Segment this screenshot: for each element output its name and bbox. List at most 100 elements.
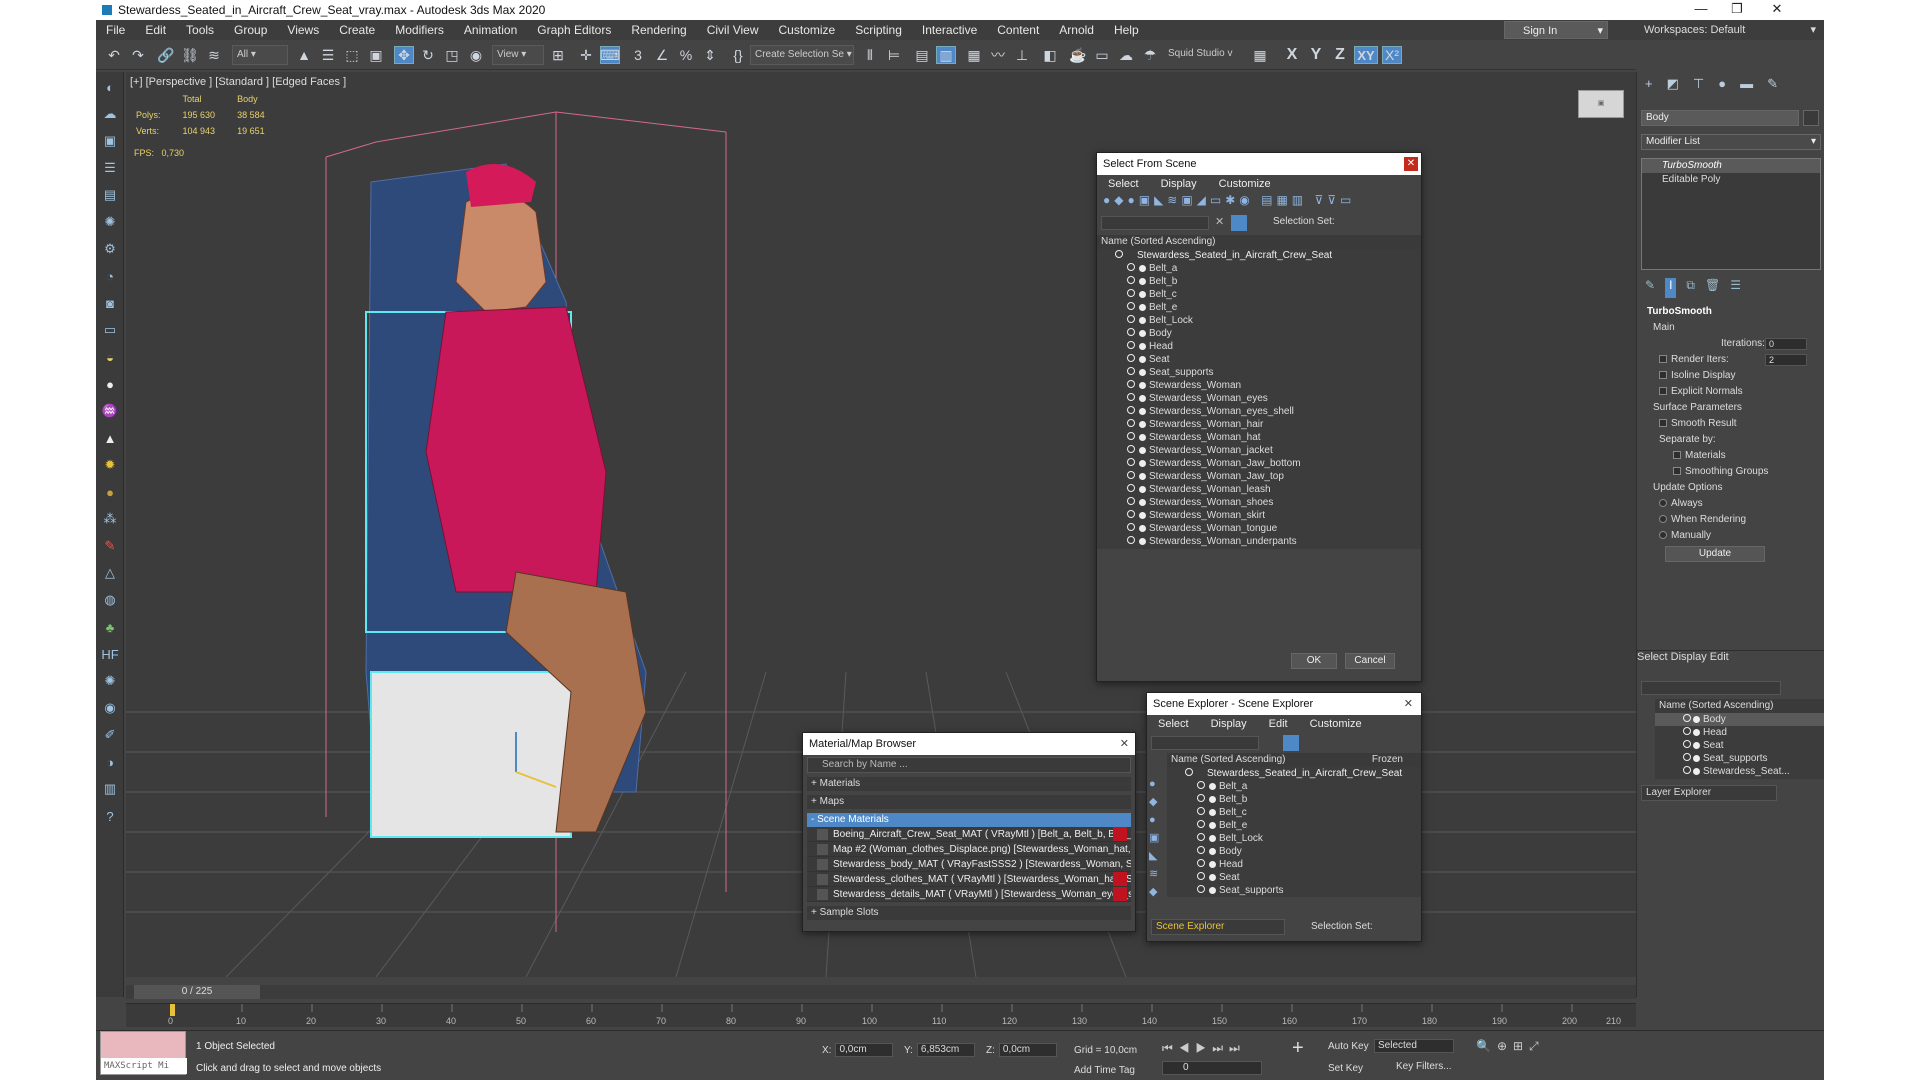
track-bar[interactable]: 0 10 20 30 40 50 60 70 80 90 100 110 120… [126, 1003, 1636, 1027]
set-key-button[interactable]: Set Key [1328, 1063, 1363, 1074]
list-item[interactable]: Stewardess_Woman_leash [1097, 483, 1421, 496]
se-menu-customize[interactable]: Customize [1299, 718, 1373, 730]
z-field[interactable]: 0,0cm [998, 1043, 1057, 1058]
material-search-input[interactable]: Search by Name ... [807, 757, 1131, 773]
smoothing-groups-checkbox[interactable] [1673, 467, 1681, 476]
help-icon[interactable]: ? [98, 805, 122, 827]
viewport-label[interactable]: [+] [Perspective ] [Standard ] [Edged Fa… [130, 76, 346, 88]
spinner-snap-icon[interactable]: ⇕ [700, 46, 720, 64]
material-row[interactable]: Stewardess_body_MAT ( VRayFastSSS2 ) [St… [807, 857, 1131, 872]
viewport-navigation[interactable]: 🔍⊕⊞⤢ [1476, 1039, 1545, 1054]
display-tab-icon[interactable]: ▬ [1740, 76, 1753, 92]
key-mode-dropdown[interactable]: Selected [1374, 1039, 1454, 1053]
list-item[interactable]: Belt_e [1097, 301, 1421, 314]
menu-views[interactable]: Views [277, 23, 329, 37]
snaps-toggle-icon[interactable]: 3 [628, 46, 648, 64]
axis-z-button[interactable]: Z [1330, 46, 1350, 64]
materials-group[interactable]: + Materials [807, 777, 1131, 791]
list-item[interactable]: Stewardess_Woman_hair [1097, 418, 1421, 431]
list-item[interactable]: Seat_supports [1097, 366, 1421, 379]
menu-group[interactable]: Group [224, 23, 277, 37]
se-search-input[interactable] [1151, 736, 1259, 750]
grid-icon[interactable]: ▦ [1250, 46, 1270, 64]
select-rotate-icon[interactable]: ↻ [418, 46, 438, 64]
axis-xy-button[interactable]: XY [1354, 46, 1378, 64]
menu-edit[interactable]: Edit [135, 23, 176, 37]
hf-icon[interactable]: HF [98, 643, 122, 665]
select-scale-icon[interactable]: ◳ [442, 46, 462, 64]
create-tab-icon[interactable]: + [1645, 76, 1653, 92]
list-item[interactable]: Seat_supports [1655, 752, 1824, 765]
list-item[interactable]: Stewardess_Seat... [1655, 765, 1824, 778]
pin-icon[interactable]: ✎ [1645, 278, 1655, 298]
list-item[interactable]: Body [1655, 713, 1824, 726]
list-item[interactable]: Stewardess_Woman [1097, 379, 1421, 392]
select-move-icon[interactable]: ✥ [394, 46, 414, 64]
list-item[interactable]: Head [1167, 858, 1421, 871]
pivot-center-icon[interactable]: ⊞ [548, 46, 568, 64]
key-filters-button[interactable]: Key Filters... [1396, 1061, 1452, 1072]
materials-checkbox[interactable] [1673, 451, 1681, 460]
y-field[interactable]: 6,853cm [916, 1043, 975, 1058]
list-icon[interactable]: ☰ [98, 157, 122, 179]
select-place-icon[interactable]: ◉ [466, 46, 486, 64]
time-slider-thumb[interactable]: 0 / 225 [134, 985, 260, 999]
ball-icon[interactable]: ◉ [98, 697, 122, 719]
isoline-checkbox[interactable] [1659, 371, 1667, 380]
render-iters-spinner[interactable]: 2 [1765, 354, 1807, 366]
menu-scripting[interactable]: Scripting [845, 23, 912, 37]
list-item[interactable]: Belt_c [1097, 288, 1421, 301]
scene-materials-group[interactable]: - Scene Materials [807, 813, 1131, 827]
sign-in-button[interactable]: Sign In ▾ [1504, 21, 1608, 39]
se-column-header[interactable]: Name (Sorted Ascending) Frozen [1167, 753, 1421, 767]
list-item[interactable]: Stewardess_Seated_in_Aircraft_Crew_Seat [1097, 249, 1421, 262]
explicit-normals-checkbox[interactable] [1659, 387, 1667, 396]
le-menu-select[interactable]: Select [1637, 651, 1668, 663]
maxscript-listener[interactable]: MAXScript Mi [100, 1031, 187, 1075]
list-item[interactable]: Stewardess_Woman_Jaw_bottom [1097, 457, 1421, 470]
object-name-field[interactable]: Body [1641, 110, 1799, 126]
list-item[interactable]: Belt_b [1167, 793, 1421, 806]
menu-file[interactable]: File [96, 23, 135, 37]
list-item[interactable]: Stewardess_Woman_skirt [1097, 509, 1421, 522]
maxscript-input[interactable]: MAXScript Mi [101, 1058, 187, 1074]
material-row[interactable]: Boeing_Aircraft_Crew_Seat_MAT ( VRayMtl … [807, 827, 1131, 842]
menu-customize[interactable]: Customize [769, 23, 846, 37]
scene-explorer-icon[interactable]: ▤ [912, 46, 932, 64]
list-item[interactable]: Head [1097, 340, 1421, 353]
ok-button[interactable]: OK [1291, 653, 1337, 669]
list-item[interactable]: Belt_a [1167, 780, 1421, 793]
redo-icon[interactable]: ↷ [128, 46, 148, 64]
turbosmooth-rollout-title[interactable]: TurboSmooth [1641, 304, 1821, 320]
sound-icon[interactable]: ◔ [98, 265, 122, 287]
table-icon[interactable]: ▤ [98, 184, 122, 206]
render-iters-checkbox[interactable] [1659, 355, 1667, 364]
paint-icon[interactable]: ✎ [98, 535, 122, 557]
modifier-editable-poly[interactable]: Editable Poly [1642, 173, 1820, 187]
sfs-menu-display[interactable]: Display [1150, 178, 1208, 190]
menu-tools[interactable]: Tools [176, 23, 224, 37]
manually-radio[interactable] [1659, 531, 1667, 540]
show-end-icon[interactable]: I [1665, 278, 1677, 298]
axis-y-button[interactable]: Y [1306, 46, 1326, 64]
modify-tab-icon[interactable]: ◩ [1667, 76, 1679, 92]
sfs-column-header[interactable]: Name (Sorted Ascending) [1097, 235, 1421, 249]
menu-create[interactable]: Create [329, 23, 385, 37]
close-icon[interactable]: ✕ [1760, 0, 1794, 20]
list-item[interactable]: Seat_supports [1167, 884, 1421, 897]
cloud-icon[interactable]: ☁ [98, 103, 122, 125]
cone-icon[interactable]: ▲ [98, 427, 122, 449]
layers-icon[interactable]: ▥ [98, 778, 122, 800]
menu-help[interactable]: Help [1104, 23, 1149, 37]
menu-arnold[interactable]: Arnold [1049, 23, 1104, 37]
le-column-header[interactable]: Name (Sorted Ascending) [1655, 699, 1824, 713]
material-row[interactable]: Map #2 (Woman_clothes_Displace.png) [Ste… [807, 842, 1131, 857]
list-item[interactable]: Belt_a [1097, 262, 1421, 275]
current-frame-field[interactable]: 0 [1162, 1061, 1262, 1075]
make-unique-icon[interactable]: ⧉ [1686, 278, 1695, 298]
sphere-icon[interactable]: ● [98, 373, 122, 395]
list-item[interactable]: Seat [1097, 353, 1421, 366]
list-item[interactable]: Stewardess_Seated_in_Aircraft_Crew_Seat [1167, 767, 1421, 780]
menu-civil-view[interactable]: Civil View [697, 23, 769, 37]
modifier-turbosmooth[interactable]: TurboSmooth [1642, 159, 1820, 173]
